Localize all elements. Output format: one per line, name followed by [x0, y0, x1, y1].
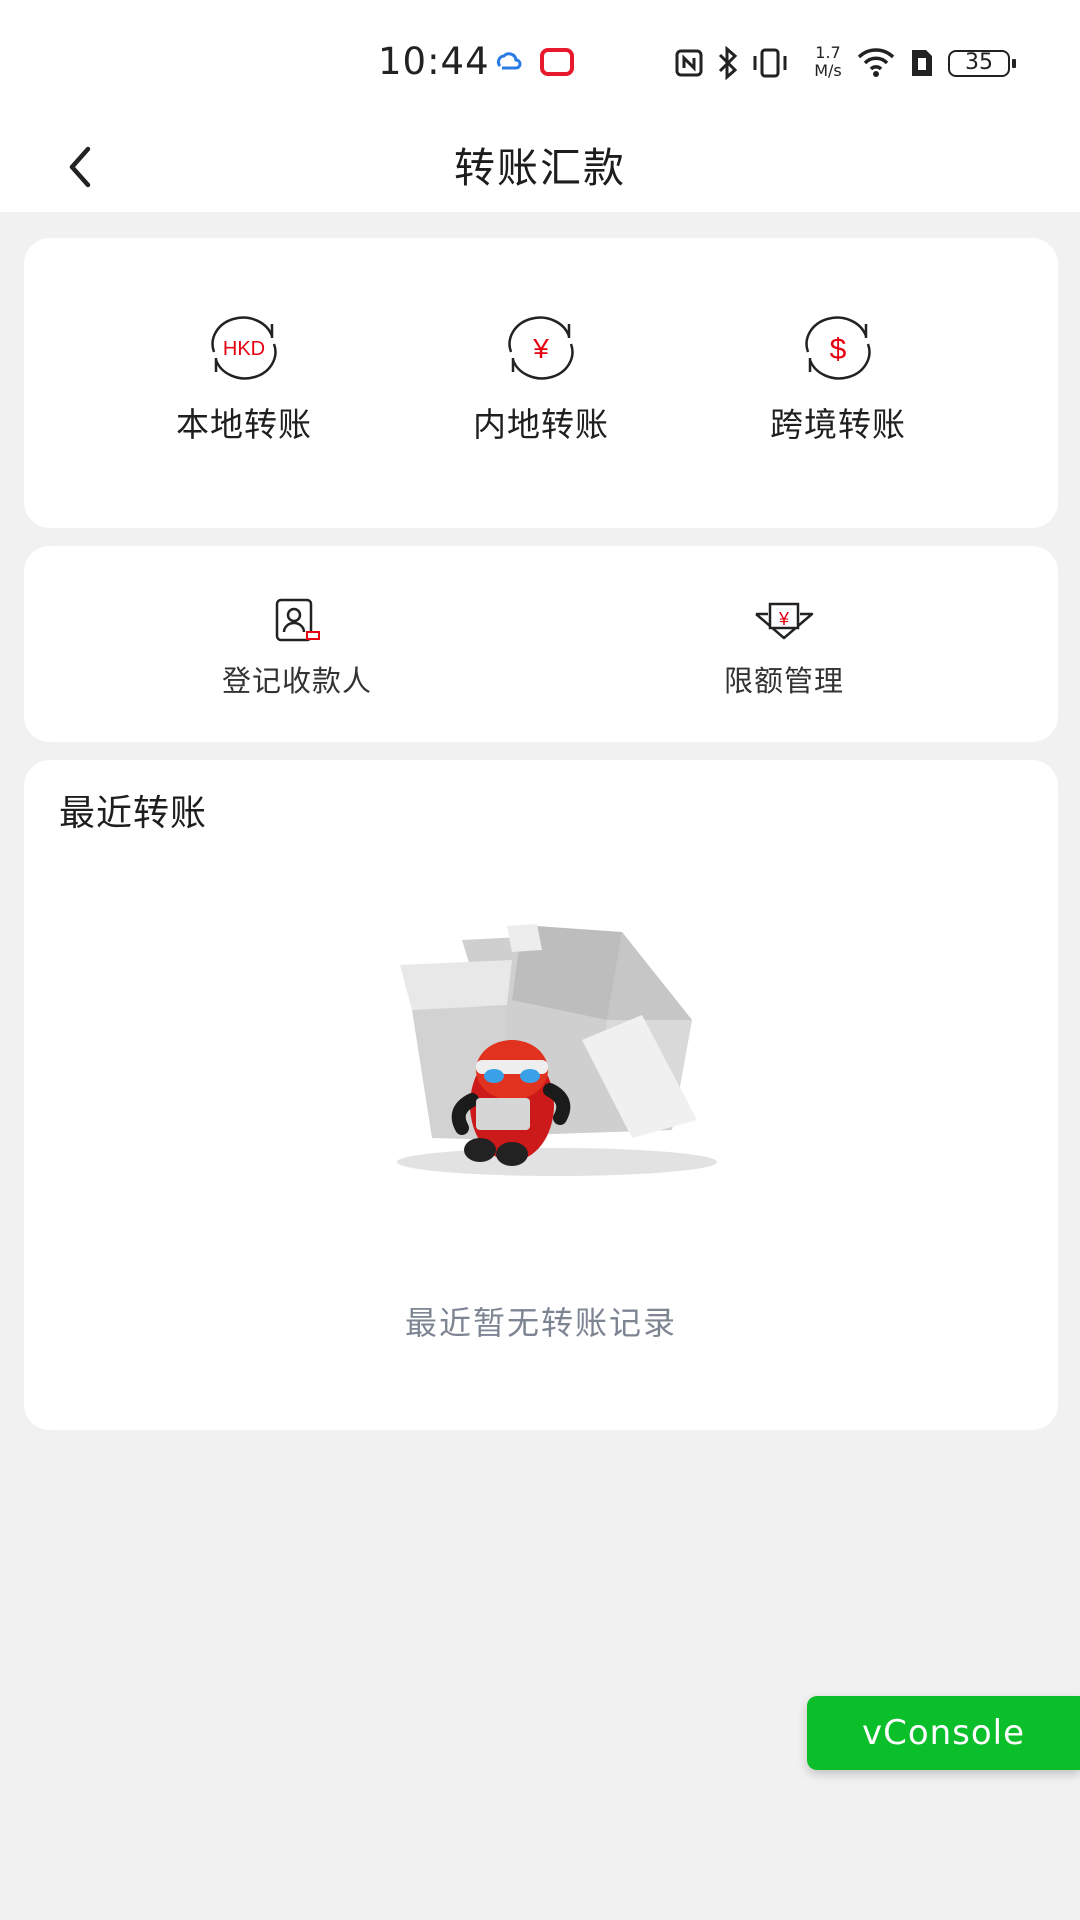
register-payee-label: 登记收款人	[221, 664, 372, 698]
hkd-icon-text: HKD	[223, 338, 265, 360]
rmb-exchange-icon: ¥	[508, 316, 574, 380]
battery-icon: 35	[948, 50, 1016, 77]
utilities-card: 登记收款人 ¥ 限额管理	[24, 546, 1058, 742]
page-title: 转账汇款	[454, 144, 626, 192]
register-payee-button[interactable]: 登记收款人	[147, 596, 447, 700]
cross-border-transfer-label: 跨境转账	[770, 405, 906, 444]
local-transfer-button[interactable]: HKD 本地转账	[94, 316, 394, 446]
vconsole-button[interactable]: vConsole	[807, 1696, 1080, 1770]
usd-icon-text: $	[830, 333, 847, 366]
usd-exchange-icon: $	[805, 316, 871, 380]
battery-level: 35	[965, 50, 993, 75]
bluetooth-icon	[718, 46, 738, 80]
wifi-icon	[857, 48, 895, 77]
weather-icon	[496, 52, 522, 70]
empty-box-illustration	[397, 924, 717, 1176]
limit-icon-text: ¥	[778, 609, 790, 629]
limit-management-label: 限额管理	[723, 664, 844, 698]
limit-management-button[interactable]: ¥ 限额管理	[634, 596, 934, 700]
nfc-icon	[675, 49, 703, 77]
empty-state-text: 最近暂无转账记录	[404, 1304, 677, 1342]
cross-border-transfer-button[interactable]: $ 跨境转账	[688, 316, 988, 446]
transfer-types-card: HKD 本地转账 ¥ 内地转账 $ 跨境转账	[24, 238, 1058, 528]
limit-management-icon: ¥	[755, 602, 814, 640]
sim-icon	[912, 50, 932, 76]
status-time: 10:44	[378, 40, 490, 83]
recent-transfers-title: 最近转账	[59, 793, 208, 834]
vibrate-icon	[753, 48, 787, 78]
mainland-transfer-button[interactable]: ¥ 内地转账	[391, 316, 691, 446]
payee-card-icon	[275, 598, 320, 642]
navigation-bar: 转账汇款	[0, 120, 1080, 212]
screen-record-icon	[540, 48, 574, 76]
network-speed: 1.7 M/s	[814, 43, 842, 80]
status-bar: 10:44 1.7 M/s 35	[0, 0, 1080, 120]
hkd-exchange-icon: HKD	[211, 316, 277, 380]
rmb-icon-text: ¥	[532, 333, 549, 364]
local-transfer-label: 本地转账	[176, 405, 312, 444]
recent-transfers-card: 最近转账 最近暂无转账记录	[24, 760, 1058, 1430]
mainland-transfer-label: 内地转账	[473, 405, 609, 444]
